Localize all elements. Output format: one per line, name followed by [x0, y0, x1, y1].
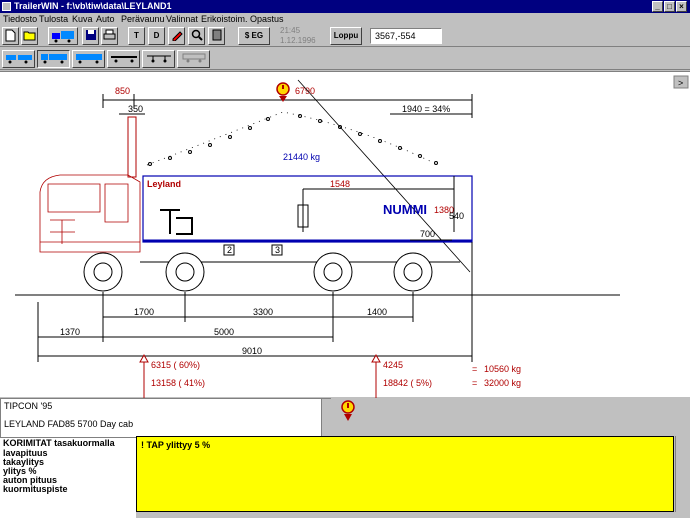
open-folder-icon [23, 31, 36, 41]
front-axle-load-2: 13158 ( 41%) [151, 378, 205, 388]
info-panel: TIPCON '95 LEYLAND FAD85 5700 Day cab [0, 398, 331, 438]
marker-box-2: 3 [275, 245, 280, 255]
menu-tiedosto[interactable]: Tiedosto [3, 14, 37, 24]
new-file-button[interactable] [2, 27, 19, 45]
axle-config-icon [146, 55, 171, 63]
wheels [83, 252, 433, 292]
pencil-icon [172, 31, 183, 41]
menu-auto[interactable]: Auto [96, 14, 115, 24]
clock-date: 1.12.1996 [280, 36, 316, 45]
dim-5000: 5000 [214, 327, 234, 337]
load-weight: 21440 kg [283, 152, 320, 162]
front-axle-arrow-icon [139, 353, 149, 398]
magnifier-icon [191, 29, 203, 41]
total-eq-2: = [472, 378, 477, 388]
seg-button[interactable]: $ EG [238, 27, 270, 45]
trailer-icon [182, 53, 205, 63]
loppu-button[interactable]: Loppu [330, 27, 362, 45]
minimize-button[interactable]: _ [652, 1, 663, 12]
pencil-button[interactable] [168, 27, 185, 45]
vehicle-type-3-button[interactable] [72, 50, 105, 68]
warning-area [332, 398, 690, 438]
print-button[interactable] [101, 27, 118, 45]
open-file-button[interactable] [21, 27, 38, 45]
body-brand: Leyland [147, 179, 181, 189]
info-line-1: TIPCON '95 [4, 401, 53, 411]
truck-cab [39, 174, 141, 253]
toolbar-vehicles [0, 48, 690, 70]
rigid-truck-icon [40, 54, 67, 64]
dim-1370: 1370 [60, 327, 80, 337]
total-weight-1: 10560 kg [484, 364, 521, 374]
window-title: TrailerWIN - f:\vb\tiw\data\LEYLAND1 [14, 1, 172, 11]
dim-540: 540 [449, 211, 464, 221]
close-button[interactable]: × [676, 1, 687, 12]
dim-1548: 1548 [330, 179, 350, 189]
truck-trailer-icon [5, 55, 32, 64]
dim-350: 350 [128, 104, 143, 114]
marker-box-1: 2 [227, 245, 232, 255]
printer-icon [103, 29, 116, 40]
toolbar-main: T D $ EG 21:45 1.12.1996 Loppu 3567,-554 [0, 25, 690, 47]
rear-axle-load-1: 4245 [383, 360, 403, 370]
body-nummi: NUMMI [383, 202, 427, 217]
truck-button[interactable] [48, 27, 78, 45]
message-scrollbar[interactable] [675, 436, 690, 512]
vehicle-type-5-button[interactable] [142, 50, 175, 68]
coordinates-field: 3567,-554 [370, 28, 442, 44]
menu-opastus[interactable]: Opastus [250, 14, 284, 24]
save-disk-icon [85, 30, 96, 40]
menu-kuva[interactable]: Kuva [72, 14, 93, 24]
rear-axle-load-2: 18842 ( 5%) [383, 378, 432, 388]
dim-1940: 1940 = 34% [402, 104, 450, 114]
dim-3300: 3300 [253, 307, 273, 317]
labels-header: KORIMITAT tasakuormalla [3, 438, 115, 448]
label-kuormituspiste: kuormituspiste [3, 484, 68, 494]
clock-time: 21:45 [280, 26, 301, 35]
menu-erikoistoim[interactable]: Erikoistoim. [201, 14, 248, 24]
menu-tulosta[interactable]: Tulosta [39, 14, 68, 24]
message-panel: ! TAP ylittyy 5 % [136, 436, 674, 512]
save-button[interactable] [82, 27, 99, 45]
rear-axle-arrow-icon [371, 353, 381, 398]
new-file-icon [5, 29, 16, 42]
maximize-button[interactable]: □ [664, 1, 675, 12]
dimension-labels-panel: KORIMITAT tasakuormalla lavapituus takay… [0, 438, 136, 518]
menu-bar: Tiedosto Tulosta Kuva Auto Perävaunu Val… [0, 13, 690, 25]
dim-1700: 1700 [134, 307, 154, 317]
truck-icon [52, 31, 74, 43]
menu-peravaunu[interactable]: Perävaunu [121, 14, 165, 24]
dim-1400: 1400 [367, 307, 387, 317]
vehicle-type-6-button[interactable] [177, 50, 210, 68]
message-text: ! TAP ylittyy 5 % [141, 440, 211, 450]
vehicle-type-1-button[interactable] [2, 50, 35, 68]
total-eq-1: = [472, 364, 477, 374]
chassis-icon [110, 56, 137, 63]
scroll-right-arrow: > [678, 78, 683, 88]
vehicle-type-4-button[interactable] [107, 50, 140, 68]
vehicle-drawing: > 850 350 6790 1940 = 34% 21440 kg Leyla… [15, 75, 689, 398]
zoom-button[interactable] [188, 27, 205, 45]
door-icon [212, 29, 221, 41]
exit-door-button[interactable] [208, 27, 225, 45]
menu-valinnat[interactable]: Valinnat [166, 14, 198, 24]
front-axle-load-1: 6315 ( 60%) [151, 360, 200, 370]
info-line-2: LEYLAND FAD85 5700 Day cab [4, 419, 134, 429]
load-point-warning-icon [276, 82, 290, 102]
dim-9010: 9010 [242, 346, 262, 356]
app-icon[interactable] [2, 2, 11, 11]
tractor-icon [75, 54, 102, 64]
total-weight-2: 32000 kg [484, 378, 521, 388]
t-button[interactable]: T [128, 27, 145, 45]
d-button[interactable]: D [148, 27, 165, 45]
dim-700: 700 [420, 229, 435, 239]
drawing-canvas[interactable]: > 850 350 6790 1940 = 34% 21440 kg Leyla… [0, 71, 690, 398]
tc-logo [160, 209, 193, 235]
info-scrollbar[interactable] [321, 399, 331, 437]
warning-icon [341, 400, 355, 421]
dim-850: 850 [115, 86, 130, 96]
vehicle-type-2-button[interactable] [37, 50, 70, 68]
title-bar: TrailerWIN - f:\vb\tiw\data\LEYLAND1 _ □… [0, 0, 690, 13]
